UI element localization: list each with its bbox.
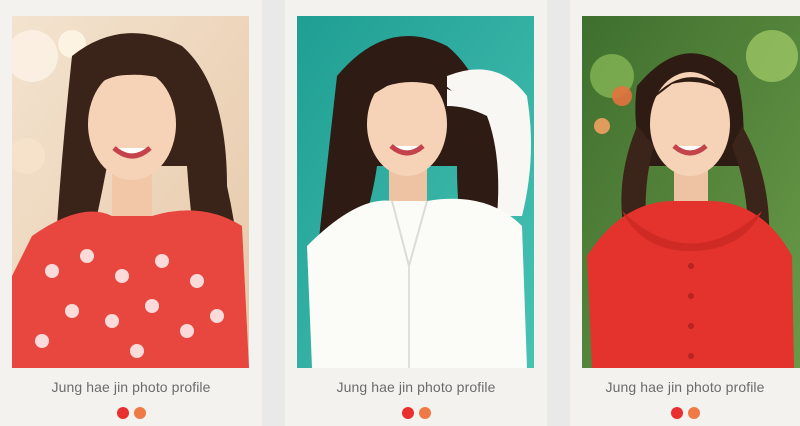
- profile-card-3[interactable]: Jung hae jin photo profile: [570, 0, 800, 426]
- color-dots-1: [0, 407, 262, 419]
- profile-caption-1: Jung hae jin photo profile: [51, 379, 211, 395]
- color-dot-red[interactable]: [670, 407, 683, 419]
- profile-photo-3[interactable]: [582, 16, 800, 368]
- profile-card-2[interactable]: Jung hae jin photo profile: [285, 0, 547, 426]
- portrait-photo-icon: [12, 16, 249, 368]
- profile-caption-2: Jung hae jin photo profile: [336, 379, 496, 395]
- profile-photo-1[interactable]: [12, 16, 249, 368]
- portrait-photo-icon: [297, 16, 534, 368]
- color-dots-2: [285, 407, 547, 419]
- profile-card-1[interactable]: Jung hae jin photo profile: [0, 0, 262, 426]
- color-dot-orange[interactable]: [687, 407, 700, 419]
- color-dot-red[interactable]: [401, 407, 414, 419]
- profile-photo-2[interactable]: [297, 16, 534, 368]
- color-dots-3: [570, 407, 800, 419]
- color-dot-orange[interactable]: [133, 407, 146, 419]
- color-dot-orange[interactable]: [418, 407, 431, 419]
- portrait-photo-icon: [582, 16, 800, 368]
- profile-caption-3: Jung hae jin photo profile: [605, 379, 765, 395]
- color-dot-red[interactable]: [116, 407, 129, 419]
